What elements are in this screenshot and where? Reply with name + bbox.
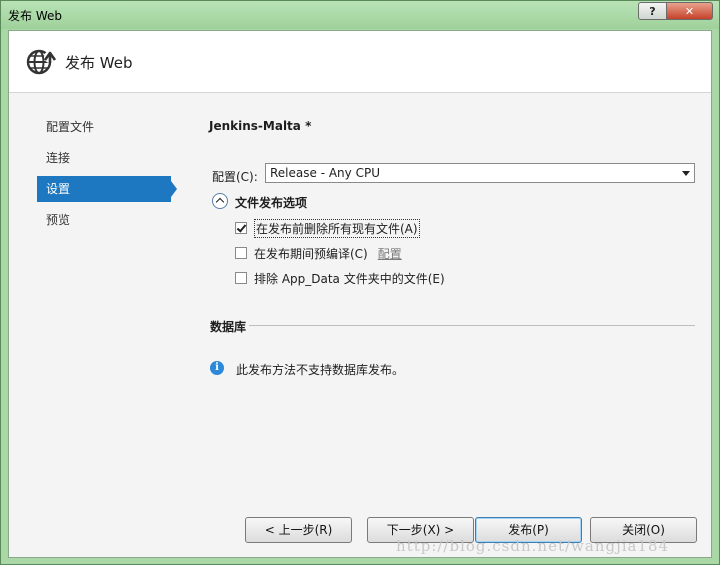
configuration-dropdown[interactable]: Release - Any CPU [265,163,695,183]
option-precompile[interactable]: 在发布期间预编译(C) 配置 [235,244,402,262]
nav-item-settings[interactable]: 设置 [37,176,171,202]
config-label: 配置(C): [212,170,258,184]
exclude-app-data-label: 排除 App_Data 文件夹中的文件(E) [254,271,445,286]
help-icon: ? [649,4,656,18]
database-divider [249,325,695,326]
previous-button[interactable]: < 上一步(R) [245,517,352,543]
title-bar[interactable]: 发布 Web ? ✕ [1,1,719,29]
publish-web-window: 发布 Web ? ✕ 发布 Web 配置文件 连接 设置 预览 Jenkins-… [0,0,720,565]
help-button[interactable]: ? [638,2,667,20]
delete-existing-checkbox[interactable] [235,222,247,234]
dialog-body: 配置文件 连接 设置 预览 Jenkins-Malta * 配置(C): Rel… [9,93,711,557]
precompile-checkbox[interactable] [235,247,247,259]
precompile-configure-link[interactable]: 配置 [378,245,402,262]
watermark-text: http://blog.csdn.net/wangjia184 [396,537,670,555]
globe-publish-icon [26,49,57,75]
collapse-toggle-button[interactable] [212,193,228,209]
configuration-value: Release - Any CPU [270,166,380,180]
close-icon: ✕ [684,4,695,18]
precompile-label: 在发布期间预编译(C) [254,246,368,261]
chevron-up-icon [215,197,225,207]
nav-item-preview[interactable]: 预览 [37,207,171,233]
chevron-down-icon [682,171,690,176]
file-publish-options-heading: 文件发布选项 [235,196,308,210]
option-delete-existing[interactable]: 在发布前删除所有现有文件(A) [235,218,420,238]
dialog-header: 发布 Web [9,31,711,93]
dialog-client-area: 发布 Web 配置文件 连接 设置 预览 Jenkins-Malta * 配置(… [8,30,712,558]
exclude-app-data-checkbox[interactable] [235,272,247,284]
nav-item-profile[interactable]: 配置文件 [37,114,171,140]
info-icon: i [210,361,224,375]
window-title: 发布 Web [8,9,62,23]
close-window-button[interactable]: ✕ [666,2,713,20]
database-heading: 数据库 [210,320,247,334]
option-exclude-app-data[interactable]: 排除 App_Data 文件夹中的文件(E) [235,269,445,287]
dialog-title: 发布 Web [65,54,133,72]
nav-item-connection[interactable]: 连接 [37,145,171,171]
nav-item-settings-label: 设置 [46,182,71,196]
database-info-text: 此发布方法不支持数据库发布。 [236,363,405,377]
profile-name: Jenkins-Malta * [209,119,312,133]
delete-existing-label: 在发布前删除所有现有文件(A) [254,218,420,238]
